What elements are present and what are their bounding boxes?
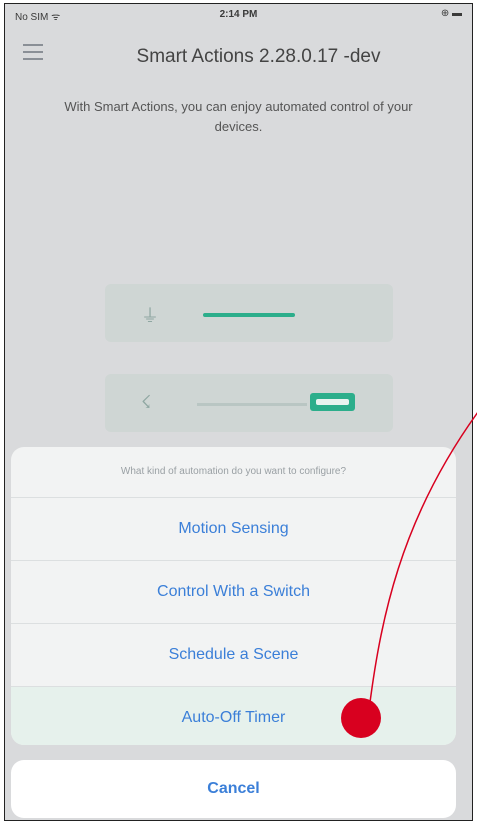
intro-text: With Smart Actions, you can enjoy automa… (64, 99, 413, 134)
option-auto-off-timer[interactable]: Auto-Off Timer (11, 687, 456, 745)
action-sheet-title: What kind of automation do you want to c… (11, 447, 456, 498)
toggle-icon (310, 393, 355, 411)
hamburger-menu-icon[interactable] (23, 44, 43, 60)
cancel-button[interactable]: Cancel (11, 760, 456, 818)
clock: 2:14 PM (219, 9, 258, 20)
nav-bar: Smart Actions 2.28.0.17 -dev (5, 34, 472, 74)
option-control-with-switch[interactable]: Control With a Switch (11, 561, 456, 624)
option-schedule-scene[interactable]: Schedule a Scene (11, 624, 456, 687)
illustration-card-slider: ⏚ (105, 284, 393, 342)
sensor-icon: ⏚ (141, 306, 159, 326)
status-bar: No SIM ᯤ 2:14 PM ⊕ ▬ (5, 4, 472, 26)
battery-icon: ⊕ ▬ (440, 8, 462, 19)
illustration-card-toggle: ☇ (105, 374, 393, 432)
page-title: Smart Actions 2.28.0.17 -dev (136, 46, 381, 67)
bolt-icon: ☇ (141, 392, 152, 412)
option-motion-sensing[interactable]: Motion Sensing (11, 498, 456, 561)
action-sheet: What kind of automation do you want to c… (11, 447, 456, 745)
faint-bar-icon (197, 403, 307, 406)
slider-bar-icon (203, 313, 295, 317)
